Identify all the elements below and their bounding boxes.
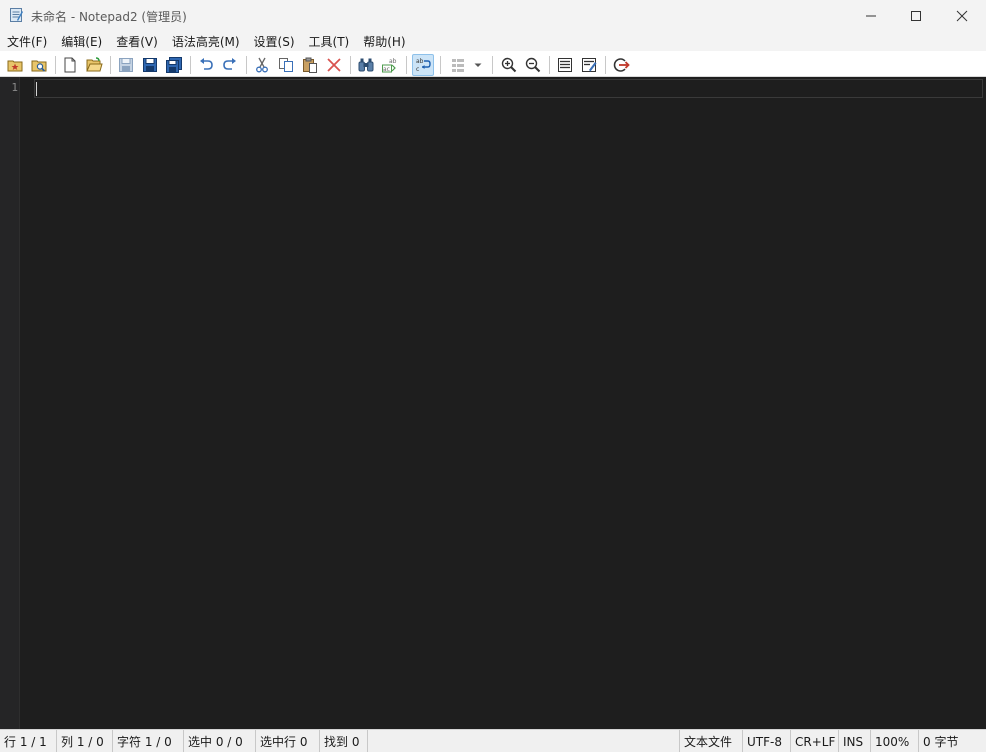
svg-text:ab: ab xyxy=(416,58,424,65)
new-file-button[interactable] xyxy=(59,54,81,76)
status-char: 字符 1 / 0 xyxy=(113,730,184,752)
minimize-icon xyxy=(866,15,876,16)
save-button[interactable] xyxy=(139,54,161,76)
status-column: 列 1 / 0 xyxy=(57,730,113,752)
toolbar-separator xyxy=(549,56,550,74)
toolbar-separator xyxy=(190,56,191,74)
schema-icon xyxy=(452,59,464,72)
paste-button[interactable] xyxy=(299,54,321,76)
paste-icon xyxy=(303,57,317,73)
find-icon xyxy=(358,58,374,72)
new-file-icon xyxy=(64,57,76,73)
status-selected-lines: 选中行 0 xyxy=(256,730,320,752)
edit-schema-button[interactable] xyxy=(578,54,600,76)
status-found: 找到 0 xyxy=(320,730,368,752)
close-icon xyxy=(956,10,968,21)
toolbar-separator xyxy=(55,56,56,74)
cut-icon xyxy=(256,57,268,73)
dropdown-arrow-icon xyxy=(474,63,482,67)
settings-list-button[interactable] xyxy=(554,54,576,76)
open-folder-icon xyxy=(86,57,103,72)
save-icon xyxy=(143,58,157,72)
save-all-button[interactable] xyxy=(163,54,185,76)
close-button[interactable] xyxy=(939,0,985,31)
toolbar-separator xyxy=(406,56,407,74)
word-wrap-icon: ab c xyxy=(416,58,431,73)
status-line-ending[interactable]: CR+LF xyxy=(791,730,839,752)
schema-button[interactable] xyxy=(447,54,469,76)
toolbar: ab ac ab c xyxy=(0,51,986,77)
open-file-button[interactable] xyxy=(83,54,105,76)
status-line: 行 1 / 1 xyxy=(0,730,57,752)
current-line-highlight xyxy=(34,79,983,98)
redo-icon xyxy=(223,58,236,70)
minimize-button[interactable] xyxy=(848,0,894,31)
zoom-out-button[interactable] xyxy=(522,54,544,76)
line-number-gutter: 1 xyxy=(0,77,20,729)
menu-syntax[interactable]: 语法高亮(M) xyxy=(165,31,247,51)
copy-button[interactable] xyxy=(275,54,297,76)
redo-button[interactable] xyxy=(219,54,241,76)
toolbar-separator xyxy=(440,56,441,74)
delete-icon xyxy=(327,58,341,72)
title-bar: 未命名 - Notepad2 (管理员) xyxy=(0,0,986,31)
browse-button[interactable] xyxy=(28,54,50,76)
find-button[interactable] xyxy=(355,54,377,76)
favorites-button[interactable] xyxy=(4,54,26,76)
save-all-icon xyxy=(166,57,182,73)
toolbar-separator xyxy=(492,56,493,74)
toolbar-separator xyxy=(110,56,111,74)
notepad2-window: 未命名 - Notepad2 (管理员) 文件(F) 编辑(E) 查看(V) 语… xyxy=(0,0,986,752)
svg-text:ab: ab xyxy=(389,58,397,65)
browse-icon xyxy=(31,60,47,72)
word-wrap-button[interactable]: ab c xyxy=(412,54,434,76)
menu-file[interactable]: 文件(F) xyxy=(0,31,54,51)
menu-edit[interactable]: 编辑(E) xyxy=(54,31,109,51)
line-number: 1 xyxy=(11,81,18,94)
menu-help[interactable]: 帮助(H) xyxy=(356,31,412,51)
window-title: 未命名 - Notepad2 (管理员) xyxy=(31,10,187,24)
toolbar-separator xyxy=(246,56,247,74)
replace-icon: ab ac xyxy=(382,58,397,73)
toolbar-separator xyxy=(605,56,606,74)
zoom-out-icon xyxy=(525,57,541,73)
status-encoding[interactable]: UTF-8 xyxy=(743,730,791,752)
notepad-icon xyxy=(8,7,24,23)
menu-tools[interactable]: 工具(T) xyxy=(302,31,357,51)
exit-icon xyxy=(613,58,630,72)
maximize-icon xyxy=(911,10,921,21)
edit-schema-icon xyxy=(582,58,597,72)
status-zoom[interactable]: 100% xyxy=(871,730,919,752)
zoom-in-icon xyxy=(501,57,517,73)
zoom-in-button[interactable] xyxy=(498,54,520,76)
menu-settings[interactable]: 设置(S) xyxy=(247,31,302,51)
undo-icon xyxy=(200,58,213,70)
status-bar: 行 1 / 1 列 1 / 0 字符 1 / 0 选中 0 / 0 选中行 0 … xyxy=(0,729,986,752)
schema-dropdown-button[interactable] xyxy=(471,54,485,76)
toolbar-separator xyxy=(350,56,351,74)
delete-button[interactable] xyxy=(323,54,345,76)
copy-icon xyxy=(279,58,293,72)
save-disabled-icon xyxy=(119,58,133,72)
maximize-button[interactable] xyxy=(893,0,939,31)
replace-button[interactable]: ab ac xyxy=(379,54,401,76)
favorites-icon xyxy=(7,60,23,72)
save-disabled-button[interactable] xyxy=(115,54,137,76)
status-selection: 选中 0 / 0 xyxy=(184,730,256,752)
cut-button[interactable] xyxy=(251,54,273,76)
status-size: 0 字节 xyxy=(923,735,959,749)
exit-button[interactable] xyxy=(610,54,632,76)
text-caret xyxy=(36,82,37,96)
svg-text:c: c xyxy=(416,66,419,73)
undo-button[interactable] xyxy=(195,54,217,76)
settings-list-icon xyxy=(558,58,572,72)
menu-view[interactable]: 查看(V) xyxy=(109,31,165,51)
status-insert-mode[interactable]: INS xyxy=(839,730,871,752)
menu-bar: 文件(F) 编辑(E) 查看(V) 语法高亮(M) 设置(S) 工具(T) 帮助… xyxy=(0,31,986,51)
text-editor[interactable]: 1 xyxy=(0,77,986,729)
status-file-type[interactable]: 文本文件 xyxy=(679,730,743,752)
